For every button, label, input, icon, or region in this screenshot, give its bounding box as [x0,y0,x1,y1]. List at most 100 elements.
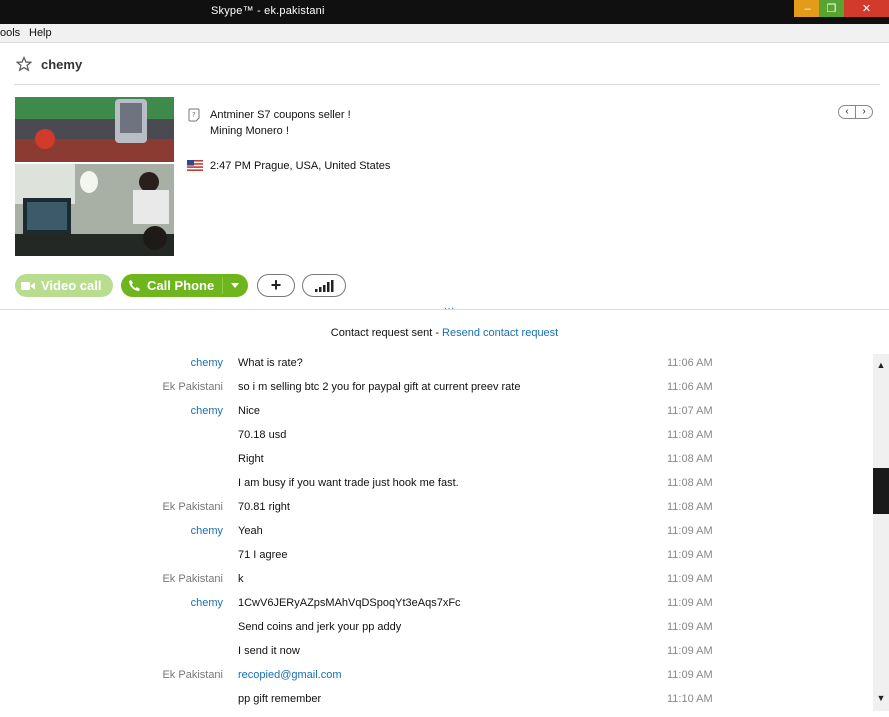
message-text: What is rate? [238,357,303,369]
chat-message-row: pp gift remember 11:10 AM [0,693,889,717]
expand-profile-handle[interactable]: ... [444,300,455,312]
menu-bar: ools Help [0,24,889,43]
next-arrow-icon[interactable]: › [856,106,872,118]
mood-message-line1: Antminer S7 coupons seller ! [210,109,351,121]
profile-photos [15,97,175,256]
message-sender: chemy [190,597,223,609]
chat-message-row: Ek Pakistani so i m selling btc 2 you for… [0,381,889,405]
message-timestamp: 11:09 AM [667,645,713,657]
message-text[interactable]: recopied@gmail.com [238,669,342,681]
message-text: Nice [238,405,261,417]
scroll-up-arrow-icon[interactable]: ▲ [873,354,889,374]
room-image [15,164,174,256]
chevron-down-icon[interactable] [231,283,239,288]
message-timestamp: 11:08 AM [667,477,713,489]
message-sender: Ek Pakistani [162,573,223,585]
phone-icon [129,280,140,291]
message-timestamp: 11:06 AM [667,381,713,393]
message-timestamp: 11:09 AM [667,525,713,537]
message-sender: Ek Pakistani [162,669,223,681]
window-title: Skype™ - ek.pakistani [211,5,325,17]
message-text: I am busy if you want trade just hook me… [238,477,459,489]
profile-photo-room [15,164,174,256]
menu-item-tools[interactable]: ools [0,27,20,39]
message-text: Send coins and jerk your pp addy [238,621,402,633]
video-call-button[interactable]: Video call [15,274,113,297]
plus-icon: + [270,275,282,295]
minimize-icon: – [804,2,811,15]
video-camera-icon [21,281,35,290]
video-call-label: Video call [41,278,102,293]
message-text: Right [238,453,264,465]
chat-message-row: 70.18 usd 11:08 AM [0,429,889,453]
close-icon: ✕ [861,3,872,15]
message-sender: chemy [190,525,223,537]
chat-message-row: chemy 1CwV6JERyAZpsMAhVqDSpoqYt3eAqs7xFc 1… [0,597,889,621]
message-timestamp: 11:08 AM [667,453,713,465]
chat-message-row: 71 I agree 11:09 AM [0,549,889,573]
message-timestamp: 11:09 AM [667,549,713,561]
chat-message-row: I am busy if you want trade just hook me… [0,477,889,501]
menu-item-help[interactable]: Help [29,27,52,39]
message-timestamp: 11:09 AM [667,573,713,585]
message-sender: Ek Pakistani [162,501,223,513]
maximize-icon: ❐ [826,3,837,15]
call-button-separator [222,277,223,294]
message-timestamp: 11:06 AM [667,357,713,369]
svg-text:?: ? [192,111,196,119]
message-timestamp: 11:09 AM [667,621,713,633]
message-sender: chemy [190,357,223,369]
chat-message-row: Ek Pakistani k 11:09 AM [0,573,889,597]
chat-scrollbar[interactable]: ▲ ▼ [873,354,889,711]
message-timestamp: 11:09 AM [667,597,713,609]
chat-message-row: I send it now 11:09 AM [0,645,889,669]
contact-name: chemy [41,57,83,72]
contact-local-time-location: 2:47 PM Prague, USA, United States [210,160,391,172]
chat-message-row: Ek Pakistani 70.81 right 11:08 AM [0,501,889,525]
stadium-image [15,97,174,162]
add-to-conversation-button[interactable]: + [257,274,295,297]
minimize-button[interactable]: – [794,0,821,17]
message-timestamp: 11:08 AM [667,429,713,441]
chat-message-row: chemy Yeah 11:09 AM [0,525,889,549]
message-timestamp: 11:08 AM [667,501,713,513]
call-phone-label: Call Phone [147,278,215,293]
chat-message-row: chemy What is rate? 11:06 AM [0,357,889,381]
message-text: so i m selling btc 2 you for paypal gift… [238,381,521,393]
chat-message-row: Send coins and jerk your pp addy 11:09 AM [0,621,889,645]
close-button[interactable]: ✕ [844,0,889,17]
maximize-button[interactable]: ❐ [819,0,844,17]
title-bar: Skype™ - ek.pakistani – ❐ ✕ [0,0,889,24]
previous-arrow-icon[interactable]: ‹ [839,106,856,118]
mood-message-icon: ? [188,108,200,122]
favorite-star-icon[interactable] [16,56,32,72]
call-phone-button[interactable]: Call Phone [121,274,248,297]
message-text: I send it now [238,645,300,657]
scrollbar-thumb[interactable] [873,468,889,514]
chat-message-row: Ek Pakistani recopied@gmail.com 11:09 AM [0,669,889,693]
chat-message-row: Right 11:08 AM [0,453,889,477]
resend-contact-request-link[interactable]: Resend contact request [442,327,558,339]
message-timestamp: 11:09 AM [667,669,713,681]
message-text: 70.18 usd [238,429,287,441]
message-sender: chemy [190,405,223,417]
contact-request-text: Contact request sent - [330,327,443,339]
message-timestamp: 11:07 AM [667,405,713,417]
message-text: 1CwV6JERyAZpsMAhVqDSpoqYt3eAqs7xFc [238,597,461,609]
message-text: 70.81 right [238,501,290,513]
message-text: 71 I agree [238,549,288,561]
signal-bars-icon [315,279,334,292]
profile-photo-stadium [15,97,174,162]
call-quality-button[interactable] [302,274,346,297]
mood-message-line2: Mining Monero ! [210,125,289,137]
divider [0,309,889,310]
message-timestamp: 11:10 AM [667,693,713,705]
message-sender: Ek Pakistani [162,381,223,393]
message-text: k [238,573,244,585]
divider [14,84,880,85]
chat-message-row: chemy Nice 11:07 AM [0,405,889,429]
message-text: pp gift remember [238,693,322,705]
profile-nav-arrows: ‹ › [838,105,873,119]
scroll-down-arrow-icon[interactable]: ▼ [873,689,889,709]
us-flag-icon [187,160,203,171]
